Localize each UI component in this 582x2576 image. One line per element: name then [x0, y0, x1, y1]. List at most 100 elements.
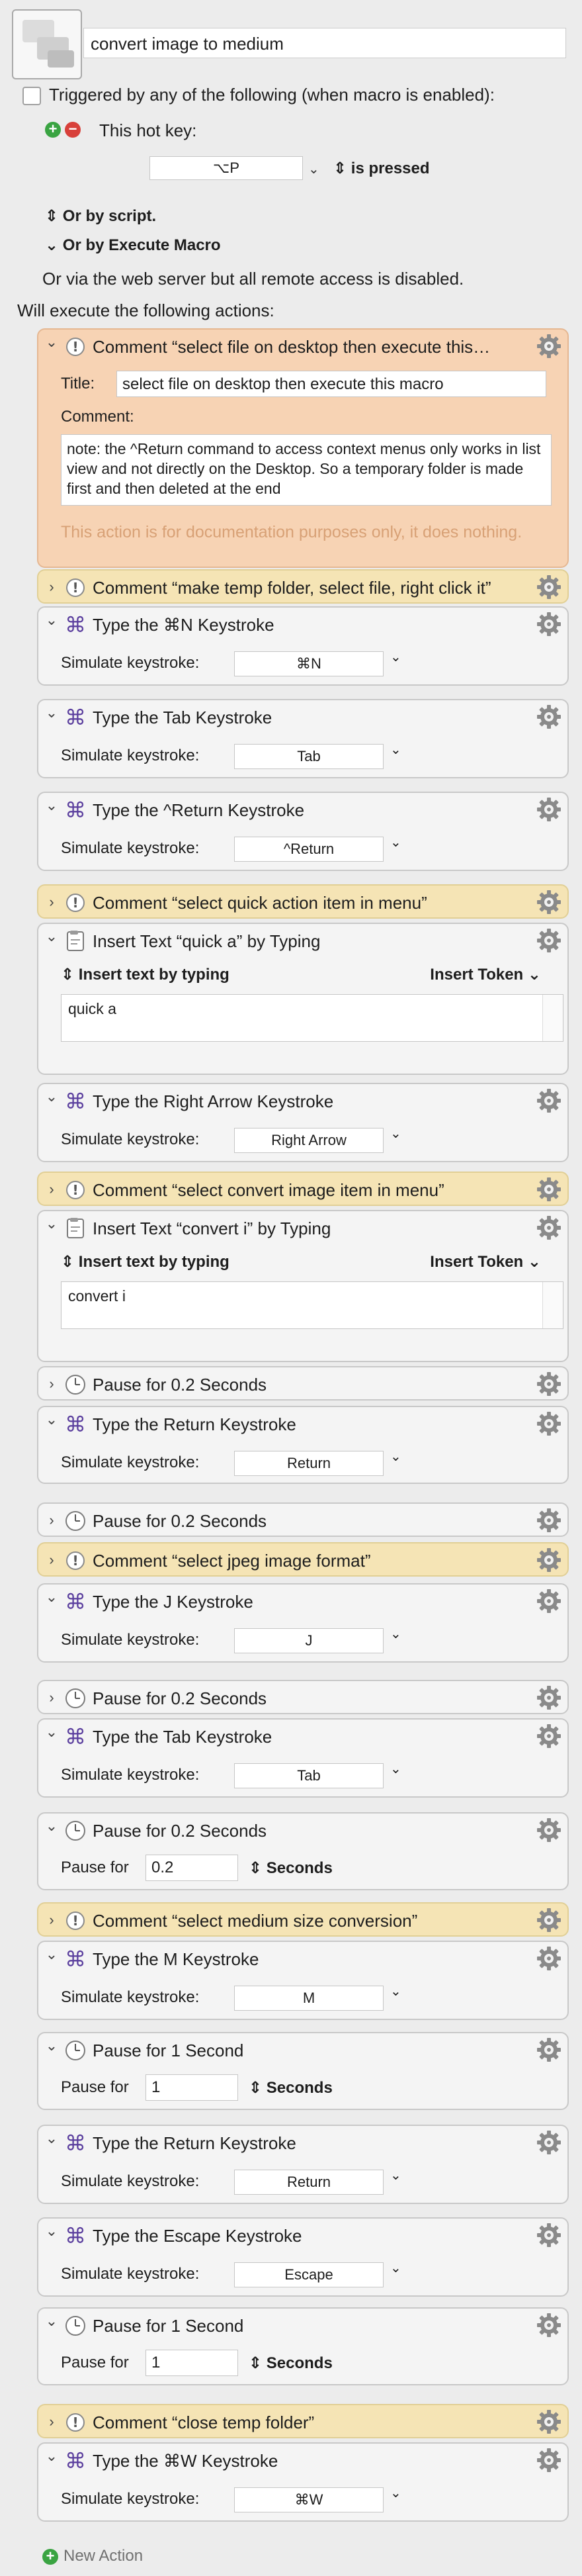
- time-unit-popup[interactable]: ⇕ Seconds: [249, 2078, 333, 2097]
- chevron-down-icon[interactable]: ⌄: [308, 158, 319, 178]
- gear-icon[interactable]: [536, 1507, 562, 1534]
- gear-icon[interactable]: [536, 796, 562, 823]
- insert-token-menu[interactable]: Insert Token ⌄: [430, 1252, 541, 1271]
- keystroke-field[interactable]: Tab: [234, 744, 384, 769]
- gear-icon[interactable]: [536, 1723, 562, 1749]
- scrollbar[interactable]: [542, 995, 563, 1041]
- gear-icon[interactable]: [536, 704, 562, 730]
- gear-icon[interactable]: [536, 1547, 562, 1573]
- chevron-down-icon[interactable]: ⌄: [45, 1215, 58, 1232]
- action-pause-collapsed[interactable]: › Pause for 0.2 Seconds: [37, 1502, 569, 1537]
- keystroke-field[interactable]: ^Return: [234, 837, 384, 862]
- gear-icon[interactable]: [536, 2037, 562, 2063]
- chevron-down-icon[interactable]: ⌄: [390, 649, 401, 665]
- keystroke-field[interactable]: Tab: [234, 1763, 384, 1788]
- hot-key-field[interactable]: ⌥P: [149, 156, 303, 180]
- gear-icon[interactable]: [536, 1907, 562, 1933]
- keystroke-field[interactable]: Right Arrow: [234, 1128, 384, 1153]
- chevron-down-icon[interactable]: ⌄: [45, 612, 58, 629]
- chevron-down-icon[interactable]: ⌄: [390, 2260, 401, 2276]
- chevron-down-icon[interactable]: ⌄: [45, 2223, 58, 2240]
- new-action-button[interactable]: + New Action: [42, 2547, 143, 2565]
- gear-icon[interactable]: [536, 1588, 562, 1614]
- chevron-down-icon[interactable]: ⌄: [390, 2167, 401, 2184]
- action-pause-collapsed[interactable]: › Pause for 0.2 Seconds: [37, 1366, 569, 1401]
- pause-duration-input[interactable]: 1: [146, 2074, 238, 2101]
- gear-icon[interactable]: [536, 1176, 562, 1203]
- action-keystroke[interactable]: ⌄ ⌘ Type the ⌘N Keystroke Simulate keystrok…: [37, 606, 569, 686]
- macro-icon[interactable]: [12, 9, 82, 79]
- trigger-checkbox[interactable]: [22, 87, 41, 106]
- comment-title-input[interactable]: select file on desktop then execute this…: [116, 371, 546, 397]
- chevron-down-icon[interactable]: ⌄: [45, 1588, 58, 1606]
- action-pause[interactable]: ⌄ Pause for 0.2 Seconds Pause for 0.2 ⇕ Seco…: [37, 1812, 569, 1890]
- is-pressed-popup[interactable]: ⇕ is pressed: [333, 159, 430, 178]
- chevron-right-icon[interactable]: ›: [45, 1181, 58, 1198]
- gear-icon[interactable]: [536, 927, 562, 954]
- gear-icon[interactable]: [536, 2129, 562, 2156]
- action-pause[interactable]: ⌄ Pause for 1 Second Pause for 1 ⇕ Seconds: [37, 2307, 569, 2385]
- gear-icon[interactable]: [536, 1945, 562, 1972]
- gear-icon[interactable]: [536, 611, 562, 637]
- chevron-down-icon[interactable]: ⌄: [45, 797, 58, 814]
- gear-icon[interactable]: [536, 333, 562, 359]
- insert-mode-popup[interactable]: ⇕ Insert text by typing: [61, 965, 229, 984]
- chevron-down-icon[interactable]: ⌄: [45, 1946, 58, 1963]
- chevron-down-icon[interactable]: ⌄: [45, 928, 58, 945]
- action-pause[interactable]: ⌄ Pause for 1 Second Pause for 1 ⇕ Seconds: [37, 2032, 569, 2110]
- action-keystroke[interactable]: ⌄ ⌘ Type the ^Return Keystroke Simulate key…: [37, 792, 569, 871]
- chevron-down-icon[interactable]: ⌄: [45, 2313, 58, 2330]
- insert-mode-popup[interactable]: ⇕ Insert text by typing: [61, 1252, 229, 1271]
- action-comment[interactable]: ›! Comment “select convert image item in …: [37, 1172, 569, 1206]
- gear-icon[interactable]: [536, 2222, 562, 2248]
- keystroke-field[interactable]: J: [234, 1628, 384, 1653]
- remove-trigger-icon[interactable]: −: [65, 122, 81, 138]
- action-comment[interactable]: ›! Comment “select quick action item in m…: [37, 884, 569, 919]
- chevron-right-icon[interactable]: ›: [45, 894, 58, 911]
- gear-icon[interactable]: [536, 2447, 562, 2473]
- chevron-right-icon[interactable]: ›: [45, 2413, 58, 2430]
- action-comment[interactable]: ›! Comment “select medium size conversion…: [37, 1902, 569, 1937]
- add-trigger-icon[interactable]: +: [45, 122, 61, 138]
- action-keystroke[interactable]: ⌄ ⌘ Type the Tab Keystroke Simulate keystro…: [37, 699, 569, 778]
- or-by-execute-disclosure[interactable]: ⌄ Or by Execute Macro: [45, 236, 221, 255]
- action-keystroke[interactable]: ⌄ ⌘ Type the M Keystroke Simulate keystroke…: [37, 1941, 569, 2020]
- chevron-right-icon[interactable]: ›: [45, 1689, 58, 1706]
- gear-icon[interactable]: [536, 889, 562, 915]
- chevron-down-icon[interactable]: ⌄: [45, 2037, 58, 2054]
- chevron-down-icon[interactable]: ⌄: [45, 334, 58, 351]
- action-keystroke[interactable]: ⌄ ⌘ Type the Escape Keystroke Simulate keys…: [37, 2217, 569, 2297]
- pause-duration-input[interactable]: 0.2: [146, 1855, 238, 1881]
- trigger-enable-row[interactable]: Triggered by any of the following (when …: [22, 85, 495, 106]
- chevron-right-icon[interactable]: ›: [45, 1551, 58, 1569]
- keystroke-field[interactable]: ⌘W: [234, 2487, 384, 2512]
- action-insert[interactable]: ⌄ Insert Text “quick a” by Typing ⇕ Insert…: [37, 923, 569, 1075]
- keystroke-field[interactable]: ⌘N: [234, 651, 384, 676]
- time-unit-popup[interactable]: ⇕ Seconds: [249, 1859, 333, 1878]
- chevron-down-icon[interactable]: ⌄: [390, 1761, 401, 1777]
- insert-token-menu[interactable]: Insert Token ⌄: [430, 965, 541, 984]
- chevron-down-icon[interactable]: ⌄: [45, 2130, 58, 2147]
- keystroke-field[interactable]: Escape: [234, 2262, 384, 2287]
- action-keystroke[interactable]: ⌄ ⌘ Type the J Keystroke Simulate keystroke…: [37, 1583, 569, 1663]
- chevron-right-icon[interactable]: ›: [45, 1512, 58, 1529]
- keystroke-field[interactable]: Return: [234, 1451, 384, 1476]
- chevron-down-icon[interactable]: ⌄: [390, 1626, 401, 1642]
- pause-duration-input[interactable]: 1: [146, 2350, 238, 2376]
- or-by-script-disclosure[interactable]: ⇕ Or by script.: [45, 207, 156, 226]
- chevron-down-icon[interactable]: ⌄: [390, 2485, 401, 2501]
- chevron-right-icon[interactable]: ›: [45, 1375, 58, 1393]
- chevron-right-icon[interactable]: ›: [45, 578, 58, 596]
- action-comment-expanded[interactable]: ⌄! Comment “select file on desktop then e…: [37, 328, 569, 568]
- chevron-down-icon[interactable]: ⌄: [45, 1817, 58, 1835]
- action-keystroke[interactable]: ⌄ ⌘ Type the Tab Keystroke Simulate keystro…: [37, 1718, 569, 1798]
- macro-name-field[interactable]: convert image to medium: [83, 28, 566, 58]
- action-keystroke[interactable]: ⌄ ⌘ Type the ⌘W Keystroke Simulate keystrok…: [37, 2442, 569, 2522]
- gear-icon[interactable]: [536, 1684, 562, 1711]
- gear-icon[interactable]: [536, 2312, 562, 2338]
- action-keystroke[interactable]: ⌄ ⌘ Type the Right Arrow Keystroke Simulate…: [37, 1083, 569, 1162]
- gear-icon[interactable]: [536, 1371, 562, 1397]
- action-keystroke[interactable]: ⌄ ⌘ Type the Return Keystroke Simulate keys…: [37, 1406, 569, 1484]
- action-comment[interactable]: ›! Comment “close temp folder”: [37, 2404, 569, 2438]
- gear-icon[interactable]: [536, 1087, 562, 1114]
